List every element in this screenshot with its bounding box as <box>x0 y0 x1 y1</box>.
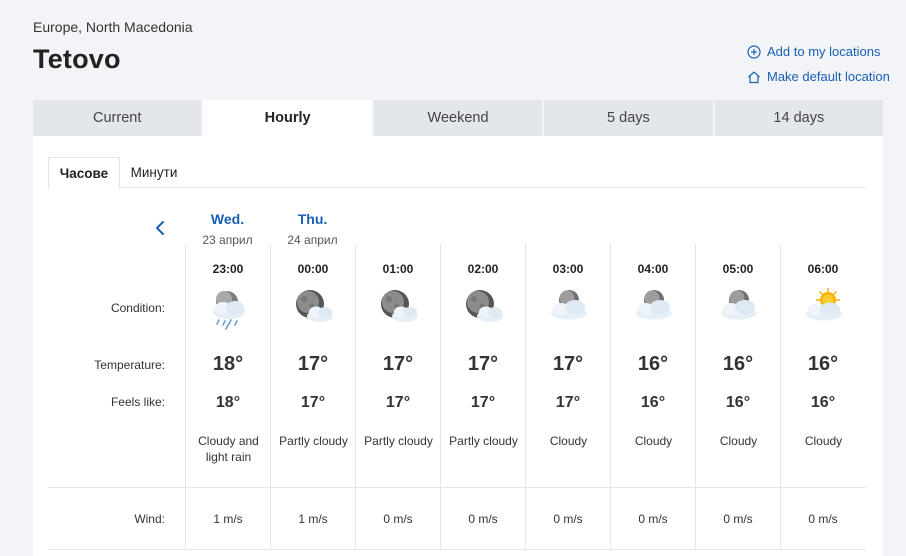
moon-cloud-icon <box>381 290 418 322</box>
hour-column: 01:00 17° 17° Partly cloudy 0 m/s <box>355 244 440 549</box>
night-cloudy-icon <box>636 290 672 320</box>
hour-condition: Partly cloudy <box>449 434 518 448</box>
hour-time: 03:00 <box>552 262 584 276</box>
forecast-tabs: Current Hourly Weekend 5 days 14 days <box>33 100 884 136</box>
day-label-thu: Thu. 24 април <box>270 211 355 247</box>
hour-time: 02:00 <box>467 262 499 276</box>
hour-condition: Cloudy <box>634 434 673 448</box>
tab-weekend[interactable]: Weekend <box>373 100 545 136</box>
hour-wind: 0 m/s <box>383 512 413 526</box>
hour-wind: 0 m/s <box>638 512 668 526</box>
sun-cloudy-icon <box>806 288 842 321</box>
hour-time: 00:00 <box>297 262 329 276</box>
hour-temperature: 17° <box>382 353 414 375</box>
make-default-location-label: Make default location <box>767 69 890 84</box>
tab-hourly[interactable]: Hourly <box>203 100 374 136</box>
feels-like-label: Feels like: <box>110 395 165 409</box>
row-divider <box>48 487 866 488</box>
hour-feels-like: 17° <box>385 394 411 411</box>
hour-wind: 0 m/s <box>808 512 838 526</box>
tab-14-days[interactable]: 14 days <box>714 100 884 136</box>
hour-temperature: 17° <box>467 353 499 375</box>
condition-label: Condition: <box>110 301 165 315</box>
hour-condition: Cloudy <box>719 434 758 448</box>
temperature-label: Temperature: <box>94 358 165 372</box>
city-title: Tetovo <box>33 44 121 74</box>
hour-wind: 0 m/s <box>553 512 583 526</box>
hour-condition: Cloudy <box>549 434 588 448</box>
moon-cloud-icon <box>466 290 503 322</box>
moon-cloud-icon <box>296 290 333 322</box>
plus-circle-icon <box>747 44 761 59</box>
hour-column: 06:00 16° 16° Cloudy 0 m/s <box>780 244 865 549</box>
hour-feels-like: 16° <box>810 394 836 411</box>
subtab-hours[interactable]: Часове <box>48 157 120 189</box>
hour-wind: 0 m/s <box>468 512 498 526</box>
subtab-minutes[interactable]: Минути <box>120 157 188 188</box>
hour-temperature: 17° <box>552 353 584 375</box>
hour-wind: 1 m/s <box>298 512 328 526</box>
hour-condition: Cloudy and light rain <box>198 434 259 464</box>
night-cloudy-icon <box>551 290 587 320</box>
hour-temperature: 16° <box>807 353 839 375</box>
hour-time: 01:00 <box>382 262 414 276</box>
hour-time: 23:00 <box>212 262 244 276</box>
hour-condition: Cloudy <box>804 434 843 448</box>
tab-current[interactable]: Current <box>33 100 204 136</box>
hour-temperature: 17° <box>297 353 329 375</box>
make-default-location-link[interactable]: Make default location <box>747 69 890 84</box>
hourly-subtabs: Часове Минути <box>48 157 866 189</box>
hour-time: 04:00 <box>637 262 669 276</box>
hour-time: 06:00 <box>807 262 839 276</box>
add-to-locations-label: Add to my locations <box>767 44 881 59</box>
chevron-left-icon[interactable] <box>152 218 168 238</box>
hour-temperature: 18° <box>212 353 244 375</box>
hour-temperature: 16° <box>722 353 754 375</box>
hour-time: 05:00 <box>722 262 754 276</box>
hour-temperature: 16° <box>637 353 669 375</box>
night-cloud-rain-icon <box>213 291 245 330</box>
hour-feels-like: 16° <box>725 394 751 411</box>
hour-condition: Partly cloudy <box>364 434 433 448</box>
day-name: Wed. <box>210 211 245 227</box>
hour-wind: 1 m/s <box>213 512 243 526</box>
hour-feels-like: 17° <box>470 394 496 411</box>
hour-column: 00:00 17° 17° Partly cloudy 1 m/s <box>270 244 355 549</box>
day-label-wed: Wed. 23 април <box>185 211 270 247</box>
hour-feels-like: 16° <box>640 394 666 411</box>
hour-column: 02:00 17° 17° Partly cloudy 0 m/s <box>440 244 525 549</box>
wind-label: Wind: <box>134 512 165 526</box>
tab-5-days[interactable]: 5 days <box>544 100 715 136</box>
night-cloudy-icon <box>721 290 757 320</box>
hour-wind: 0 m/s <box>723 512 753 526</box>
hour-column: 05:00 16° 16° Cloudy 0 m/s <box>695 244 780 549</box>
hour-condition: Partly cloudy <box>279 434 348 448</box>
day-name: Thu. <box>297 211 328 227</box>
hour-column: 23:00 18° 18° Cloudy and light rain 1 m/s <box>185 244 270 549</box>
row-divider <box>48 549 866 550</box>
hour-feels-like: 17° <box>555 394 581 411</box>
region-label: Europe, North Macedonia <box>33 19 193 35</box>
add-to-locations-link[interactable]: Add to my locations <box>747 44 880 59</box>
home-icon <box>748 70 760 83</box>
hour-column: 04:00 16° 16° Cloudy 0 m/s <box>610 244 695 549</box>
hour-feels-like: 17° <box>300 394 326 411</box>
hour-column: 03:00 17° 17° Cloudy 0 m/s <box>525 244 610 549</box>
hourly-panel: Часове Минути Wed. 23 април Thu. 24 апри… <box>33 136 883 556</box>
hour-feels-like: 18° <box>215 394 241 411</box>
